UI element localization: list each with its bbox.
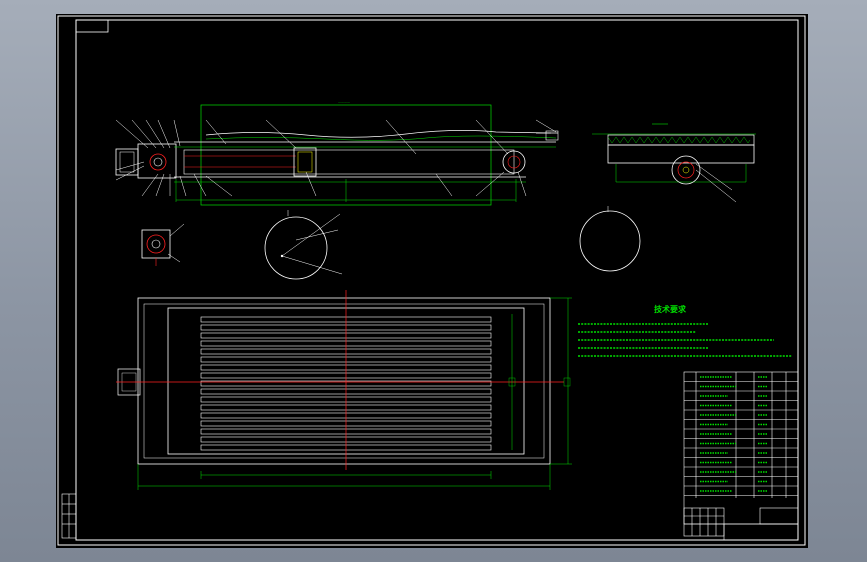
gear-box <box>137 143 177 179</box>
sheet-corner-label <box>75 19 109 33</box>
assembly-drawing: ———— 技术要求 <box>57 15 806 546</box>
flange-detail <box>141 223 185 266</box>
detail-circle-1 <box>264 210 343 280</box>
title-block <box>683 371 799 541</box>
drive-pulley <box>149 153 167 171</box>
svg-text:————: ———— <box>338 100 350 104</box>
sheet-outer-border <box>57 15 806 546</box>
revision-block <box>61 493 77 539</box>
detail-circle-2 <box>579 206 641 272</box>
notes-title: 技术要求 <box>654 304 687 314</box>
sheet-inner-border <box>75 19 799 541</box>
motor-body <box>115 148 139 176</box>
main-section-view: ———— <box>115 100 559 206</box>
technical-notes: 技术要求 <box>578 304 792 357</box>
side-roller <box>671 155 701 185</box>
belt-section <box>183 149 515 175</box>
cad-viewport[interactable]: ———— 技术要求 <box>56 14 808 548</box>
side-section-view <box>592 123 756 203</box>
plan-view <box>116 290 572 490</box>
